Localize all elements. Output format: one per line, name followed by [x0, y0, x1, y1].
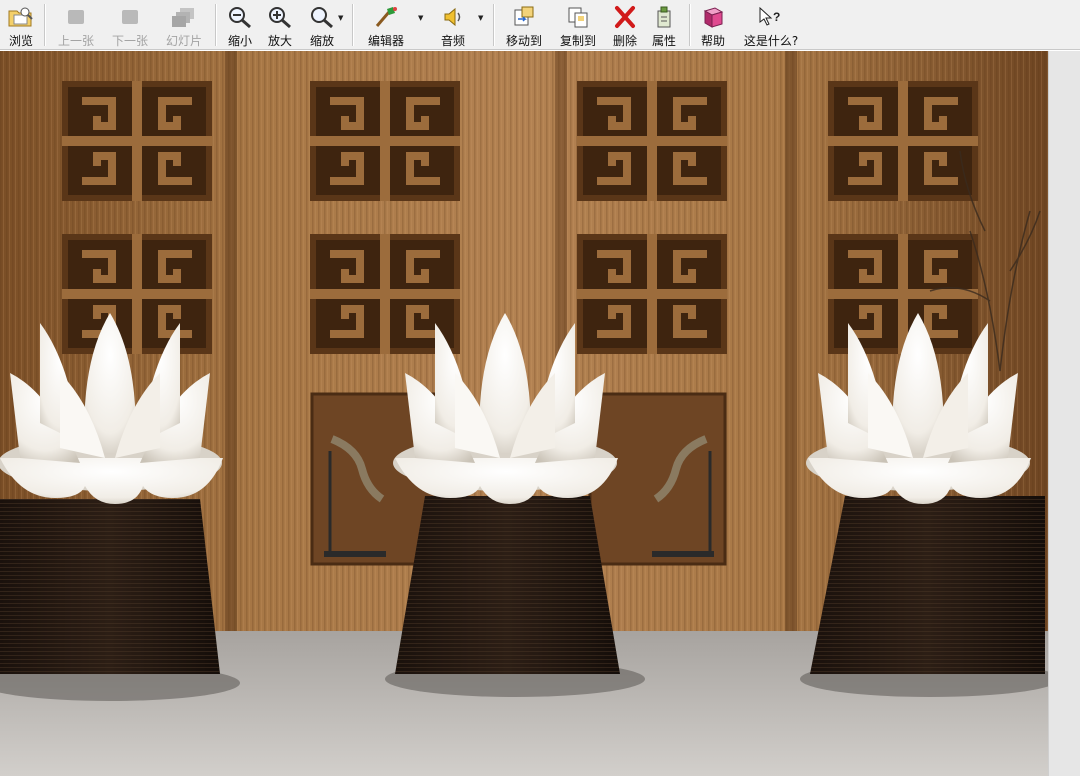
zoom-dropdown-arrow-icon[interactable]: ▼: [338, 14, 343, 22]
displayed-photo: [0, 51, 1048, 776]
speaker-icon: [439, 4, 467, 30]
separator: [44, 4, 46, 46]
zoom-in-button[interactable]: 放大: [262, 0, 298, 50]
help-label: 帮助: [700, 34, 725, 48]
whats-this-label: 这是什么?: [743, 34, 799, 48]
zoom-out-label: 缩小: [227, 34, 252, 48]
copy-icon: [564, 4, 592, 30]
zoom-button[interactable]: 缩放: [302, 0, 342, 50]
editor-label: 编辑器: [367, 34, 404, 48]
audio-button[interactable]: 音频: [434, 0, 472, 50]
delete-label: 删除: [612, 34, 637, 48]
next-label: 下一张: [111, 34, 148, 48]
delete-button[interactable]: 删除: [608, 0, 642, 50]
image-viewer[interactable]: [0, 51, 1048, 776]
copy-to-label: 复制到: [559, 34, 596, 48]
separator: [352, 4, 354, 46]
zoom-out-icon: [226, 4, 254, 30]
browse-button[interactable]: 浏览: [2, 0, 40, 50]
editor-dropdown-arrow-icon[interactable]: ▼: [418, 14, 423, 22]
move-icon: [510, 4, 538, 30]
copy-to-button[interactable]: 复制到: [554, 0, 602, 50]
zoom-label: 缩放: [309, 34, 334, 48]
editor-button[interactable]: 编辑器: [360, 0, 412, 50]
audio-label: 音频: [440, 34, 465, 48]
whats-this-button[interactable]: ? 这是什么?: [736, 0, 806, 50]
vertical-scrollbar-track[interactable]: [1048, 51, 1080, 776]
properties-icon: [650, 4, 678, 30]
next-icon: [116, 4, 144, 30]
next-button[interactable]: 下一张: [107, 0, 153, 50]
editor-brush-icon: [372, 4, 400, 30]
separator: [215, 4, 217, 46]
whats-this-icon: ?: [757, 4, 785, 30]
audio-dropdown-arrow-icon[interactable]: ▼: [478, 14, 483, 22]
slideshow-label: 幻灯片: [165, 34, 202, 48]
properties-label: 属性: [651, 34, 676, 48]
zoom-in-icon: [266, 4, 294, 30]
previous-icon: [62, 4, 90, 30]
move-to-label: 移动到: [505, 34, 542, 48]
svg-text:?: ?: [773, 10, 780, 24]
prev-button[interactable]: 上一张: [53, 0, 99, 50]
separator: [689, 4, 691, 46]
toolbar: 浏览 上一张 下一张 幻灯片 缩小 放大 缩放 ▼ 编辑器 ▼ 音频 ▼ 移动到…: [0, 0, 1080, 50]
separator: [493, 4, 495, 46]
properties-button[interactable]: 属性: [647, 0, 681, 50]
browse-label: 浏览: [8, 34, 33, 48]
slideshow-button[interactable]: 幻灯片: [161, 0, 207, 50]
zoom-icon: [308, 4, 336, 30]
help-button[interactable]: 帮助: [696, 0, 730, 50]
delete-x-icon: [611, 4, 639, 30]
move-to-button[interactable]: 移动到: [500, 0, 548, 50]
zoom-out-button[interactable]: 缩小: [222, 0, 258, 50]
help-book-icon: [699, 4, 727, 30]
folder-icon: [7, 4, 35, 30]
slideshow-icon: [170, 4, 198, 30]
prev-label: 上一张: [57, 34, 94, 48]
zoom-in-label: 放大: [267, 34, 292, 48]
